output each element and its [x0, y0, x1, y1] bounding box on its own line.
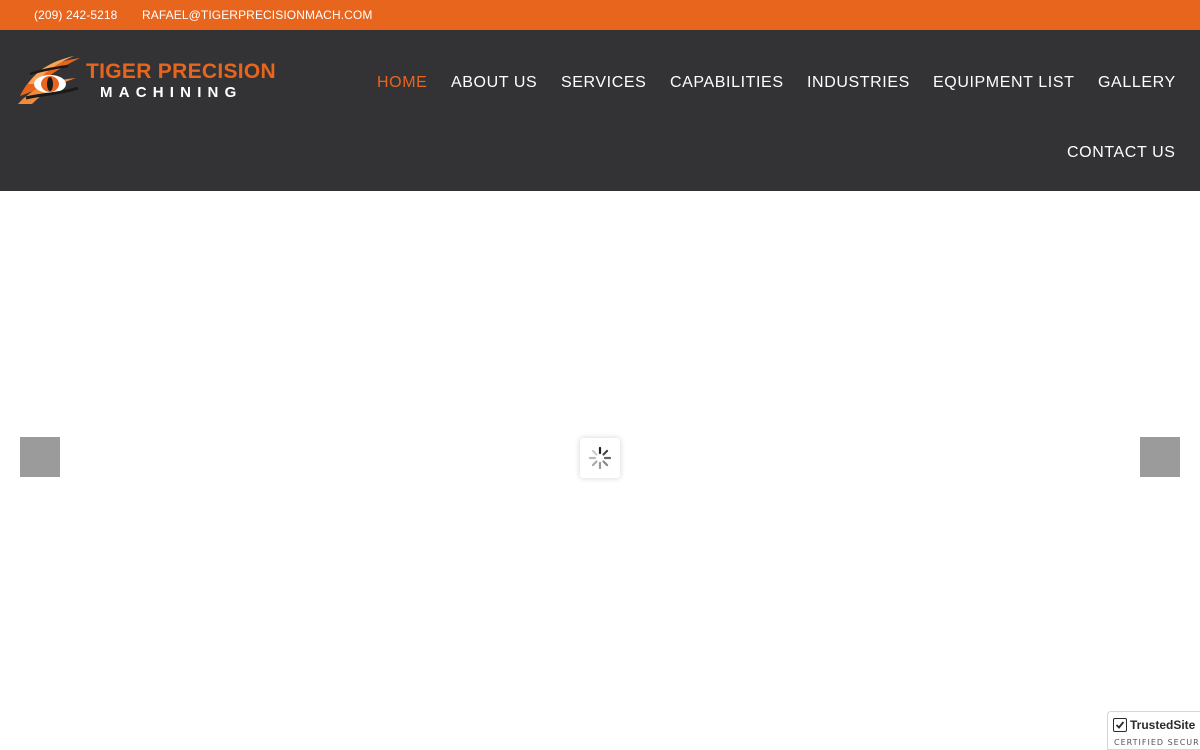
nav-industries[interactable]: INDUSTRIES	[807, 74, 910, 92]
tiger-eye-icon	[18, 56, 80, 104]
nav-gallery[interactable]: GALLERY	[1098, 74, 1176, 92]
slider-loading	[580, 438, 620, 478]
nav-contact-us[interactable]: CONTACT US	[1067, 144, 1176, 162]
logo-line-2: MACHINING	[100, 84, 243, 101]
logo-line-1: TIGER PRECISION	[86, 60, 277, 83]
nav-home[interactable]: HOME	[377, 74, 427, 92]
nav-capabilities[interactable]: CAPABILITIES	[670, 74, 784, 92]
phone-link[interactable]: (209) 242-5218	[34, 8, 117, 22]
trustedsite-brand: TrustedSite	[1130, 718, 1196, 732]
nav-about-us[interactable]: ABOUT US	[451, 74, 537, 92]
arrow-right-icon[interactable]	[1140, 437, 1180, 477]
arrow-left-icon[interactable]	[20, 437, 60, 477]
trustedsite-badge[interactable]: TrustedSite CERTIFIED SECURE	[1107, 711, 1200, 750]
nav-services[interactable]: SERVICES	[561, 74, 646, 92]
trustedsite-subtitle: CERTIFIED SECURE	[1114, 738, 1200, 747]
hero-slider	[0, 191, 1200, 750]
site-logo[interactable]: TIGER PRECISION MACHINING	[16, 54, 288, 108]
checkmark-icon	[1113, 718, 1127, 732]
spinner-icon	[588, 446, 612, 470]
top-contact-bar: (209) 242-5218 RAFAEL@TIGERPRECISIONMACH…	[0, 0, 1200, 30]
email-link[interactable]: RAFAEL@TIGERPRECISIONMACH.COM	[142, 8, 372, 22]
nav-equipment-list[interactable]: EQUIPMENT LIST	[933, 74, 1074, 92]
